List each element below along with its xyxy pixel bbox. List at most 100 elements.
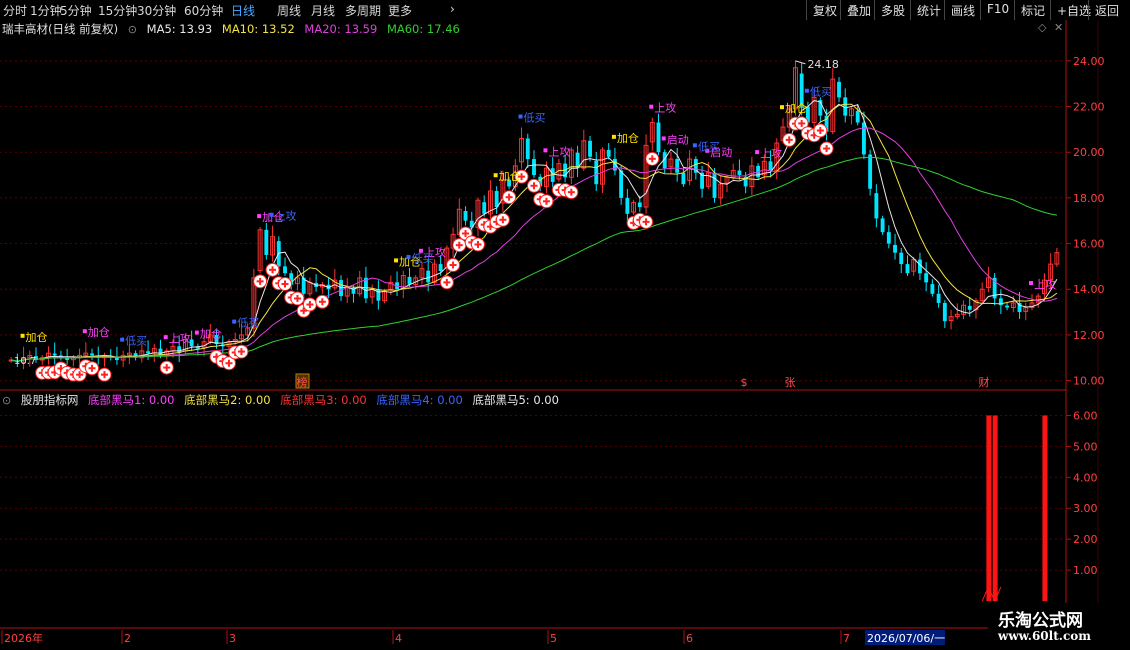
price-tick-label: 12.00 (1073, 329, 1105, 342)
indicator-tick-label: 2.00 (1073, 533, 1098, 546)
toolbar-button[interactable]: F10 (980, 0, 1014, 20)
candle-body (768, 161, 773, 171)
toolbar-button[interactable]: 画线 (944, 0, 980, 20)
signal-marker (120, 337, 125, 342)
signal-marker (493, 173, 498, 178)
price-tick-label: 20.00 (1073, 146, 1105, 159)
indicator-value-5: 底部黑马5: 0.00 (472, 393, 559, 407)
candle-body (899, 252, 904, 265)
indicator-value-3: 底部黑马3: 0.00 (280, 393, 367, 407)
indicator-gear-icon[interactable]: ⊙ (2, 394, 11, 407)
toolbar-button[interactable]: +自选 (1050, 0, 1091, 20)
signal-marker (779, 105, 784, 110)
signal-label: 低买 (412, 252, 434, 265)
toolbar-item[interactable]: 30分钟 (137, 2, 176, 19)
settings-gear-icon[interactable]: ⊙ (128, 23, 137, 36)
signal-label: 上攻 (548, 144, 570, 158)
signal-marker (20, 333, 25, 338)
date-tick-label: 4 (395, 632, 402, 645)
toolbar-button[interactable]: 返回 (1088, 0, 1130, 20)
toolbar-item[interactable]: 分时 (3, 2, 27, 19)
date-tick-label: 7 (843, 632, 850, 645)
indicator-name[interactable]: 股朋指标网 (21, 392, 79, 408)
candle-body (90, 353, 94, 356)
candle-body (494, 191, 499, 208)
ma60-value: MA60: 17.46 (386, 22, 460, 36)
watermark-url: www.60lt.com (998, 629, 1091, 643)
toolbar-button[interactable]: 复权 (806, 0, 840, 20)
close-icon[interactable]: ✕ (1054, 21, 1063, 34)
signal-label: 加仓 (88, 325, 110, 339)
candle-body (525, 138, 530, 160)
toolbar-button[interactable]: 统计 (910, 0, 944, 20)
signal-label: 加仓 (26, 330, 48, 344)
main-info-bar: 瑞丰高材(日线 前复权) ⊙ MA5: 13.93 MA10: 13.52 MA… (2, 21, 466, 37)
signal-label: 启动 (667, 133, 689, 146)
signal-marker (518, 114, 523, 119)
candle-body (893, 244, 897, 253)
signal-label: 加仓 (617, 131, 639, 145)
candle-body (52, 353, 57, 356)
price-tick-label: 22.00 (1073, 101, 1105, 114)
signal-marker (232, 319, 237, 324)
toolbar-item[interactable]: 60分钟 (184, 2, 223, 19)
top-toolbar: 分时 1分钟 5分钟 15分钟 30分钟 60分钟 日线 周线 月线 多周期 更多 › 复权 叠加 多股 统计… (0, 0, 1130, 21)
indicator-bar (986, 415, 992, 601)
indicator-info-bar: ⊙ 股朋指标网 底部黑马1: 0.00 底部黑马2: 0.00 底部黑马3: 0… (2, 392, 565, 408)
event-marker: 张 (785, 376, 796, 389)
signal-marker (257, 214, 262, 219)
toolbar-item[interactable]: 1分钟 (30, 2, 62, 19)
toolbar-button[interactable]: 标记 (1014, 0, 1050, 20)
toolbar-item[interactable]: 更多 (388, 2, 412, 19)
date-tick-label: 5 (550, 632, 557, 645)
toolbar-button[interactable]: 叠加 (840, 0, 874, 20)
ma20-value: MA20: 13.59 (304, 22, 378, 36)
signal-label: 低买 (237, 317, 259, 330)
indicator-tick-label: 1.00 (1073, 564, 1098, 577)
candle-body (837, 81, 841, 98)
date-tick-label: 6 (686, 632, 693, 645)
max-price-label: 24.18 (807, 58, 839, 71)
signal-label: 加仓 (785, 101, 807, 115)
toolbar-item[interactable]: 周线 (277, 2, 301, 19)
chart-area[interactable]: 24.0022.0020.0018.0016.0014.0012.0010.00… (0, 20, 1130, 650)
candle-body (880, 218, 885, 233)
date-tick-label: 2026年 (4, 631, 43, 645)
signal-marker (82, 329, 87, 334)
price-tick-label: 18.00 (1073, 192, 1105, 205)
indicator-bar (1042, 415, 1048, 601)
more-chevron-icon[interactable]: › (450, 2, 455, 16)
candle-body (886, 232, 891, 244)
signal-marker (1028, 281, 1033, 286)
toolbar-button[interactable]: 多股 (874, 0, 910, 20)
candle-body (588, 140, 592, 157)
toolbar-item[interactable]: 日线 (231, 2, 255, 19)
watermark-title: 乐淘公式网 (998, 611, 1083, 631)
stock-title[interactable]: 瑞丰高材(日线 前复权) (2, 21, 118, 37)
price-tick-label: 24.00 (1073, 55, 1105, 68)
candle-body (712, 172, 717, 198)
toolbar-item[interactable]: 5分钟 (60, 2, 92, 19)
toolbar-item[interactable]: 多周期 (345, 2, 381, 19)
candle-body (115, 357, 119, 361)
indicator-tick-label: 6.00 (1073, 409, 1098, 422)
signal-marker (755, 150, 760, 155)
signal-marker (543, 148, 548, 153)
candle-body (407, 276, 412, 285)
signal-label: 低买 (125, 335, 147, 348)
candle-body (967, 305, 972, 310)
date-tick-label: 3 (229, 632, 236, 645)
event-marker: 榜 (297, 375, 308, 389)
low-price-label: 10.7 (14, 356, 36, 367)
ma5-value: MA5: 13.93 (146, 22, 213, 36)
toolbar-item[interactable]: 15分钟 (98, 2, 137, 19)
candle-body (737, 170, 742, 176)
candle-body (264, 229, 269, 255)
signal-label: 低买 (524, 112, 546, 125)
toolbar-item[interactable]: 月线 (311, 2, 335, 19)
candle-body (936, 293, 941, 303)
signal-label: 低买 (698, 140, 720, 153)
signal-marker (804, 88, 809, 93)
diamond-icon[interactable]: ◇ (1038, 21, 1046, 34)
candle-body (905, 264, 910, 274)
